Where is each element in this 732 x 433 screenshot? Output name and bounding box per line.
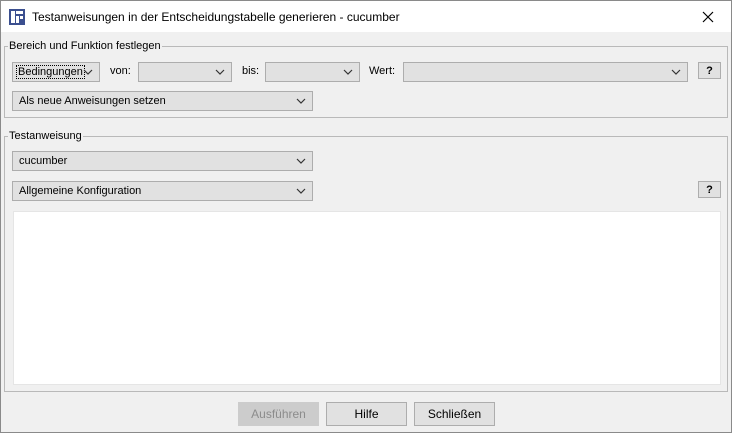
from-label: von: xyxy=(110,65,131,77)
chevron-down-icon xyxy=(296,98,306,104)
scope-group-legend: Bereich und Funktion festlegen xyxy=(9,40,161,52)
value-select[interactable] xyxy=(403,62,688,82)
from-select[interactable] xyxy=(138,62,232,82)
chevron-down-icon xyxy=(343,69,353,75)
close-window-button[interactable] xyxy=(685,1,731,32)
chevron-down-icon xyxy=(83,69,93,75)
statement-group-legend: Testanweisung xyxy=(9,130,82,142)
run-button[interactable]: Ausführen xyxy=(238,402,319,426)
configuration-editor[interactable] xyxy=(13,211,721,385)
mode-select[interactable]: Als neue Anweisungen setzen xyxy=(12,91,313,111)
chevron-down-icon xyxy=(671,69,681,75)
help-button[interactable]: Hilfe xyxy=(326,402,407,426)
dialog-window: Testanweisungen in der Entscheidungstabe… xyxy=(0,0,732,433)
close-button[interactable]: Schließen xyxy=(414,402,495,426)
config-select[interactable]: Allgemeine Konfiguration xyxy=(12,181,313,201)
window-title: Testanweisungen in der Entscheidungstabe… xyxy=(32,10,400,24)
app-icon xyxy=(9,9,25,25)
generator-select[interactable]: cucumber xyxy=(12,151,313,171)
type-select[interactable]: Bedingungen xyxy=(12,62,100,82)
chevron-down-icon xyxy=(296,188,306,194)
config-select-value: Allgemeine Konfiguration xyxy=(19,185,142,197)
chevron-down-icon xyxy=(215,69,225,75)
title-bar[interactable]: Testanweisungen in der Entscheidungstabe… xyxy=(1,1,731,32)
to-select[interactable] xyxy=(265,62,360,82)
chevron-down-icon xyxy=(296,158,306,164)
to-label: bis: xyxy=(242,65,260,77)
statement-help-button[interactable]: ? xyxy=(698,181,721,198)
scope-help-button[interactable]: ? xyxy=(698,62,721,79)
generator-select-value: cucumber xyxy=(19,155,68,167)
type-select-value: Bedingungen xyxy=(16,65,85,79)
close-icon xyxy=(702,11,714,22)
mode-select-value: Als neue Anweisungen setzen xyxy=(19,95,166,107)
value-label: Wert: xyxy=(369,65,396,77)
